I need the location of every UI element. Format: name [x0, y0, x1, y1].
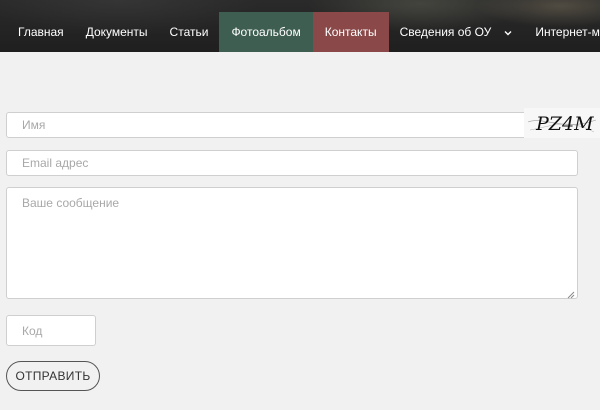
name-placeholder: Имя	[22, 118, 46, 132]
top-navigation-bar: Главная Документы Статьи Фотоальбом Конт…	[0, 0, 600, 52]
nav-item-contacts[interactable]: Контакты	[312, 12, 389, 52]
email-placeholder: Email адрес	[22, 156, 89, 170]
nav-item-label: Контакты	[324, 25, 377, 39]
nav-item-label: Статьи	[169, 25, 209, 39]
nav-item-online-shop[interactable]: Интернет-магазин	[524, 12, 600, 52]
nav-item-label: Сведения об ОУ	[399, 25, 492, 39]
nav-item-home[interactable]: Главная	[0, 12, 75, 52]
nav-item-label: Интернет-магазин	[535, 25, 600, 39]
code-placeholder: Код	[22, 323, 43, 338]
chevron-down-icon	[503, 27, 513, 37]
submit-button[interactable]: ОТПРАВИТЬ	[6, 361, 100, 391]
message-placeholder: Ваше сообщение	[22, 196, 120, 210]
resize-grip-icon[interactable]	[567, 288, 575, 299]
nav-item-school-info[interactable]: Сведения об ОУ	[389, 12, 525, 52]
nav-item-photo-album[interactable]: Фотоальбом	[219, 12, 313, 52]
code-field[interactable]: Код	[6, 315, 96, 346]
nav-item-label: Документы	[85, 25, 148, 39]
nav-item-articles[interactable]: Статьи	[159, 12, 220, 52]
nav-item-label: Главная	[18, 25, 64, 39]
email-field[interactable]: Email адрес	[6, 150, 578, 176]
captcha-image: PZ4M	[524, 108, 600, 138]
captcha-text: PZ4M	[535, 113, 594, 135]
name-field[interactable]: Имя	[6, 112, 578, 138]
nav-item-documents[interactable]: Документы	[75, 12, 159, 52]
message-field[interactable]: Ваше сообщение	[6, 187, 578, 299]
nav-item-label: Фотоальбом	[231, 25, 301, 39]
main-menu: Главная Документы Статьи Фотоальбом Конт…	[0, 12, 600, 52]
